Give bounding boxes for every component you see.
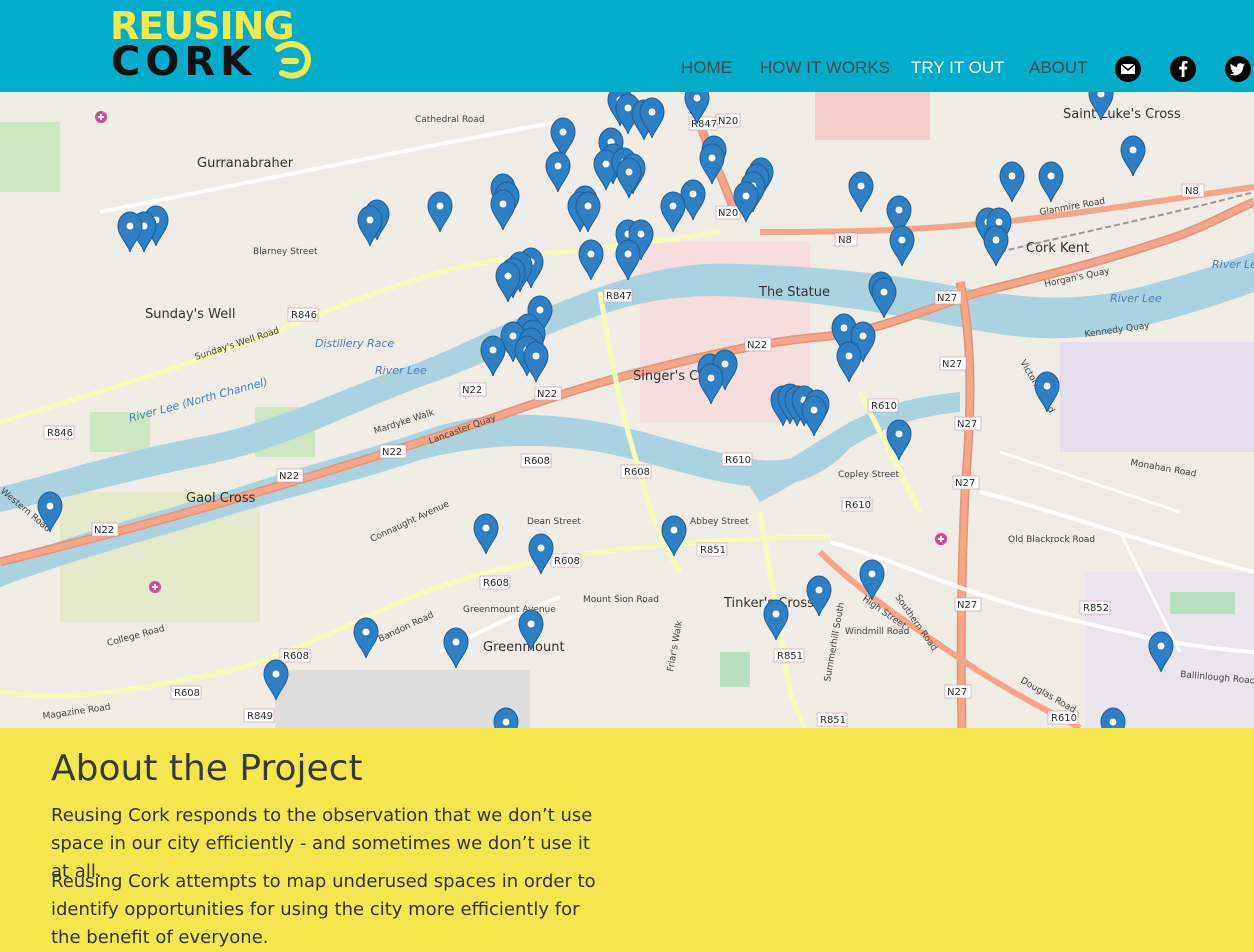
svg-text:River Lee: River Lee bbox=[375, 364, 427, 377]
svg-text:Gaol Cross: Gaol Cross bbox=[186, 491, 256, 506]
svg-text:The Statue: The Statue bbox=[758, 285, 830, 300]
svg-text:N27: N27 bbox=[957, 600, 977, 611]
svg-text:R608: R608 bbox=[174, 688, 200, 699]
svg-text:Old Blackrock Road: Old Blackrock Road bbox=[1008, 535, 1095, 545]
nav-about[interactable]: ABOUT bbox=[1029, 58, 1088, 78]
about-section: About the Project Reusing Cork responds … bbox=[0, 728, 1254, 951]
svg-text:Mount Sion Road: Mount Sion Road bbox=[583, 595, 659, 605]
svg-text:N22: N22 bbox=[462, 385, 482, 396]
svg-text:R849: R849 bbox=[247, 711, 273, 722]
svg-text:N8: N8 bbox=[838, 235, 852, 246]
about-title: About the Project bbox=[51, 748, 363, 789]
twitter-icon[interactable] bbox=[1225, 56, 1251, 82]
svg-text:R847: R847 bbox=[691, 119, 717, 130]
svg-text:R610: R610 bbox=[1051, 713, 1077, 724]
svg-text:N22: N22 bbox=[382, 447, 402, 458]
svg-text:R608: R608 bbox=[624, 467, 650, 478]
spaces-map[interactable]: N20 N20 N8 N8 N27 N27 N27 N27 N27 N27 N2… bbox=[0, 92, 1254, 728]
svg-text:Abbey Street: Abbey Street bbox=[690, 517, 749, 527]
svg-text:Copley Street: Copley Street bbox=[838, 470, 900, 480]
svg-text:Distillery Race: Distillery Race bbox=[315, 337, 394, 350]
svg-text:N22: N22 bbox=[537, 389, 557, 400]
facebook-icon[interactable] bbox=[1170, 56, 1196, 82]
svg-text:N20: N20 bbox=[718, 208, 738, 219]
svg-text:N27: N27 bbox=[957, 419, 977, 430]
svg-text:N20: N20 bbox=[718, 116, 738, 127]
svg-text:N27: N27 bbox=[955, 478, 975, 489]
svg-text:R610: R610 bbox=[871, 401, 897, 412]
svg-text:Gurranabraher: Gurranabraher bbox=[197, 156, 294, 171]
svg-text:R852: R852 bbox=[1083, 603, 1109, 614]
nav-try-it-out[interactable]: TRY IT OUT bbox=[911, 58, 1005, 78]
svg-text:Cork Kent: Cork Kent bbox=[1026, 241, 1089, 256]
nav-home[interactable]: HOME bbox=[681, 58, 732, 78]
svg-text:Greenmount: Greenmount bbox=[483, 640, 565, 655]
svg-text:Cathedral Road: Cathedral Road bbox=[415, 115, 484, 125]
nav-how-it-works[interactable]: HOW IT WORKS bbox=[760, 58, 890, 78]
svg-text:R608: R608 bbox=[554, 556, 580, 567]
site-header: REUSING CORK HOME HOW IT WORKS TRY IT OU… bbox=[0, 0, 1254, 92]
svg-text:Sunday's Well: Sunday's Well bbox=[145, 307, 235, 322]
logo-swirl-icon bbox=[275, 41, 311, 79]
svg-text:N27: N27 bbox=[947, 687, 967, 698]
reusing-cork-logo[interactable]: REUSING CORK bbox=[110, 6, 315, 82]
svg-text:N8: N8 bbox=[1185, 186, 1199, 197]
svg-text:River Lee: River Lee bbox=[1110, 292, 1162, 305]
svg-text:R851: R851 bbox=[820, 715, 846, 726]
about-paragraph-2: Reusing Cork attempts to map underused s… bbox=[51, 871, 596, 948]
svg-text:R608: R608 bbox=[524, 456, 550, 467]
svg-text:R851: R851 bbox=[700, 545, 726, 556]
svg-text:N27: N27 bbox=[937, 293, 957, 304]
svg-text:R610: R610 bbox=[845, 500, 871, 511]
svg-text:R846: R846 bbox=[291, 310, 317, 321]
svg-text:Greenmount Avenue: Greenmount Avenue bbox=[463, 605, 556, 615]
map-canvas[interactable]: N20 N20 N8 N8 N27 N27 N27 N27 N27 N27 N2… bbox=[0, 92, 1254, 728]
svg-text:N22: N22 bbox=[747, 340, 767, 351]
logo-line-2: CORK bbox=[111, 39, 257, 85]
svg-text:R608: R608 bbox=[283, 651, 309, 662]
svg-text:River Lee: River Lee bbox=[1212, 258, 1254, 271]
svg-text:N22: N22 bbox=[94, 525, 114, 536]
svg-text:R846: R846 bbox=[47, 428, 73, 439]
svg-text:R847: R847 bbox=[606, 291, 632, 302]
svg-text:R608: R608 bbox=[483, 578, 509, 589]
svg-text:N27: N27 bbox=[942, 359, 962, 370]
email-icon[interactable] bbox=[1115, 56, 1141, 82]
svg-text:R610: R610 bbox=[725, 455, 751, 466]
svg-text:R851: R851 bbox=[777, 651, 803, 662]
svg-text:N22: N22 bbox=[279, 471, 299, 482]
svg-text:Dean Street: Dean Street bbox=[527, 517, 581, 527]
svg-text:Blarney Street: Blarney Street bbox=[253, 247, 318, 257]
svg-text:Saint Luke's Cross: Saint Luke's Cross bbox=[1063, 107, 1181, 122]
